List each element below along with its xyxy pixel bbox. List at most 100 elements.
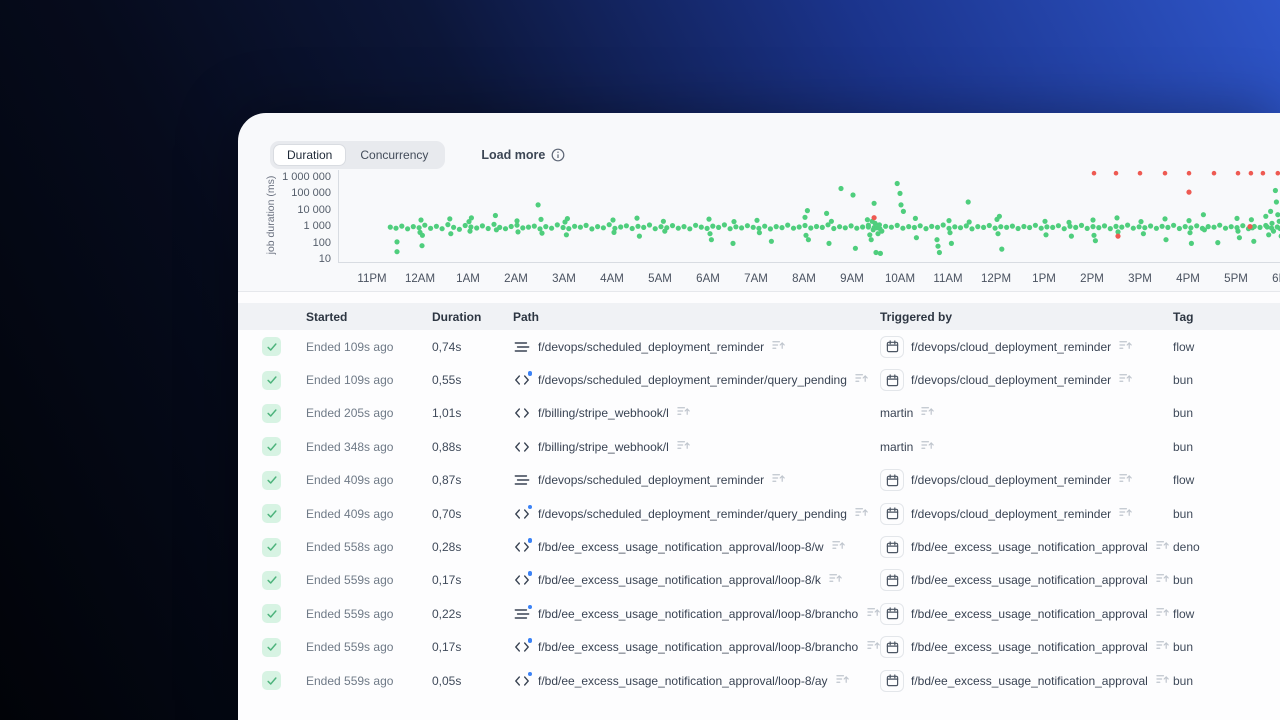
success-check-badge xyxy=(262,570,281,590)
run-triggered-by[interactable]: f/devops/cloud_deployment_reminder xyxy=(911,340,1111,354)
success-check-badge xyxy=(262,370,281,390)
filter-by-trigger-icon[interactable] xyxy=(1156,538,1169,556)
schedule-calendar-icon xyxy=(880,335,904,358)
run-triggered-by[interactable]: martin xyxy=(880,406,913,420)
run-path[interactable]: f/bd/ee_excess_usage_notification_approv… xyxy=(538,607,859,621)
filter-by-trigger-icon[interactable] xyxy=(1119,338,1132,356)
filter-by-trigger-icon[interactable] xyxy=(921,438,935,456)
table-row[interactable]: Ended 109s ago 0,74s f/devops/scheduled_de… xyxy=(238,330,1280,363)
duration-scatter-plot[interactable] xyxy=(338,170,1280,263)
table-row[interactable]: Ended 348s ago 0,88s f/billing/stripe_webh… xyxy=(238,430,1280,463)
y-tick-label: 1 000 xyxy=(303,220,331,233)
run-started: Ended 348s ago xyxy=(306,439,394,454)
chart-toolbar: Duration Concurrency Load more xyxy=(270,141,565,169)
run-tag: bun xyxy=(1173,406,1194,421)
filter-by-path-icon[interactable] xyxy=(772,338,785,356)
filter-by-trigger-icon[interactable] xyxy=(1119,371,1132,389)
run-triggered-by[interactable]: f/bd/ee_excess_usage_notification_approv… xyxy=(911,573,1148,587)
run-triggered-by[interactable]: f/bd/ee_excess_usage_notification_approv… xyxy=(911,540,1148,554)
y-tick-label: 10 000 xyxy=(297,203,331,216)
table-row[interactable]: Ended 559s ago 0,05s f/bd/ee_excess_usage_… xyxy=(238,664,1280,697)
run-path[interactable]: f/bd/ee_excess_usage_notification_approv… xyxy=(538,540,824,554)
run-path[interactable]: f/devops/scheduled_deployment_reminder/q… xyxy=(538,507,847,521)
run-path[interactable]: f/bd/ee_excess_usage_notification_approv… xyxy=(538,573,821,587)
run-path[interactable]: f/bd/ee_excess_usage_notification_approv… xyxy=(538,640,859,654)
run-path[interactable]: f/devops/scheduled_deployment_reminder xyxy=(538,340,764,354)
flow-step-dot xyxy=(527,671,532,677)
load-more-button[interactable]: Load more xyxy=(481,148,565,162)
filter-by-path-icon[interactable] xyxy=(867,605,880,623)
header-path: Path xyxy=(513,309,540,324)
filter-by-trigger-icon[interactable] xyxy=(1156,672,1169,690)
run-triggered-by[interactable]: f/bd/ee_excess_usage_notification_approv… xyxy=(911,640,1148,654)
run-triggered-by[interactable]: f/devops/cloud_deployment_reminder xyxy=(911,473,1111,487)
table-row[interactable]: Ended 559s ago 0,17s f/bd/ee_excess_usage_… xyxy=(238,631,1280,664)
flow-icon xyxy=(513,472,531,488)
filter-by-trigger-icon[interactable] xyxy=(1156,638,1169,656)
filter-by-path-icon[interactable] xyxy=(867,638,880,656)
run-path[interactable]: f/billing/stripe_webhook/l xyxy=(538,406,669,420)
tab-duration[interactable]: Duration xyxy=(273,144,347,166)
table-row[interactable]: Ended 558s ago 0,28s f/bd/ee_excess_usage_… xyxy=(238,530,1280,563)
filter-by-path-icon[interactable] xyxy=(772,471,785,489)
run-tag: bun xyxy=(1173,373,1194,388)
filter-by-path-icon[interactable] xyxy=(831,538,845,556)
run-triggered-by[interactable]: martin xyxy=(880,440,913,454)
run-triggered-by[interactable]: f/bd/ee_excess_usage_notification_approv… xyxy=(911,607,1148,621)
x-tick-label: 8AM xyxy=(792,273,816,285)
x-tick-label: 5PM xyxy=(1224,273,1248,285)
x-tick-label: 11AM xyxy=(933,273,963,285)
table-row[interactable]: Ended 559s ago 0,17s f/bd/ee_excess_usage_… xyxy=(238,564,1280,597)
code-icon xyxy=(513,371,532,388)
filter-by-path-icon[interactable] xyxy=(677,404,690,422)
run-path[interactable]: f/devops/scheduled_deployment_reminder/q… xyxy=(538,373,847,387)
filter-by-trigger-icon[interactable] xyxy=(1119,471,1132,489)
run-triggered-by[interactable]: f/devops/cloud_deployment_reminder xyxy=(911,507,1111,521)
filter-by-trigger-icon[interactable] xyxy=(1156,605,1169,623)
filter-by-path-icon[interactable] xyxy=(855,505,868,523)
schedule-calendar-icon xyxy=(880,636,904,659)
filter-by-path-icon[interactable] xyxy=(855,371,868,389)
run-tag: bun xyxy=(1173,573,1194,588)
table-row[interactable]: Ended 409s ago 0,87s f/devops/scheduled_de… xyxy=(238,464,1280,497)
code-icon xyxy=(513,671,532,689)
x-tick-label: 3AM xyxy=(552,273,576,285)
y-tick-label: 10 xyxy=(318,253,331,265)
run-tag: deno xyxy=(1173,540,1200,555)
chart-tab-group: Duration Concurrency xyxy=(270,141,446,169)
run-started: Ended 559s ago xyxy=(306,606,394,621)
table-row[interactable]: Ended 205s ago 1,01s f/billing/stripe_webh… xyxy=(238,397,1280,430)
success-check-badge xyxy=(262,437,281,457)
code-icon xyxy=(513,538,532,555)
filter-by-trigger-icon[interactable] xyxy=(1119,505,1132,523)
x-tick-label: 4AM xyxy=(600,273,624,285)
table-row[interactable]: Ended 409s ago 0,70s f/devops/scheduled_de… xyxy=(238,497,1280,530)
run-triggered-by[interactable]: f/devops/cloud_deployment_reminder xyxy=(911,373,1111,387)
filter-by-trigger-icon[interactable] xyxy=(921,404,935,422)
run-duration: 0,05s xyxy=(432,673,462,688)
x-tick-label: 7AM xyxy=(744,273,768,285)
run-duration: 0,22s xyxy=(432,606,462,621)
schedule-calendar-icon xyxy=(880,602,904,625)
filter-by-path-icon[interactable] xyxy=(835,672,849,690)
run-duration: 0,88s xyxy=(432,439,462,454)
table-row[interactable]: Ended 109s ago 0,55s f/devops/scheduled_de… xyxy=(238,363,1280,396)
filter-by-path-icon[interactable] xyxy=(677,438,690,456)
run-path[interactable]: f/billing/stripe_webhook/l xyxy=(538,440,669,454)
run-tag: bun xyxy=(1173,439,1194,454)
tab-concurrency[interactable]: Concurrency xyxy=(346,144,442,166)
flow-step-dot xyxy=(527,571,532,576)
flow-step-dot xyxy=(527,538,532,543)
x-tick-label: 11PM xyxy=(357,273,387,285)
table-row[interactable]: Ended 559s ago 0,22s f/bd/ee_excess_usage_… xyxy=(238,597,1280,630)
run-path[interactable]: f/devops/scheduled_deployment_reminder xyxy=(538,473,764,487)
run-path[interactable]: f/bd/ee_excess_usage_notification_approv… xyxy=(538,674,828,688)
filter-by-path-icon[interactable] xyxy=(829,571,842,589)
filter-by-trigger-icon[interactable] xyxy=(1156,571,1169,589)
run-tag: flow xyxy=(1173,473,1195,488)
x-axis-ticks: 11PM 12AM 1AM 2AM 3AM 4AM 5AM 6AM 7AM 8AM 9AM 10AM 1… xyxy=(338,273,1280,289)
run-tag: flow xyxy=(1173,606,1195,621)
run-triggered-by[interactable]: f/bd/ee_excess_usage_notification_approv… xyxy=(911,674,1148,688)
flow-icon xyxy=(513,604,532,622)
run-tag: bun xyxy=(1173,640,1194,655)
